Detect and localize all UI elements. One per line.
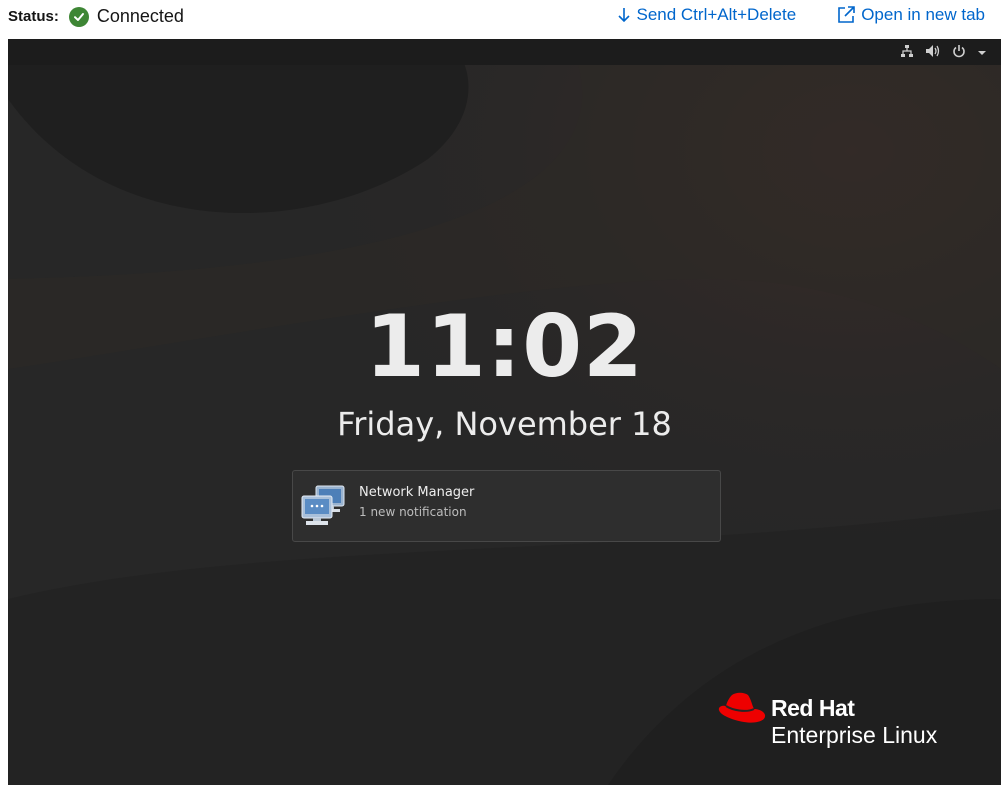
lock-screen-date: Friday, November 18	[337, 405, 672, 443]
network-computers-icon	[300, 484, 348, 533]
notification-subtitle: 1 new notification	[359, 505, 467, 519]
status-value: Connected	[96, 6, 184, 26]
vm-console-screen[interactable]: 11:02 Friday, November 18 Network Manage…	[8, 39, 1001, 785]
send-ctrl-alt-delete-label: Send Ctrl+Alt+Delete	[636, 5, 797, 24]
open-in-new-tab-label: Open in new tab	[861, 5, 985, 24]
red-hat-logo-icon	[718, 691, 766, 732]
console-toolbar: Status: Connected Send Ctrl+Alt+Delete O…	[0, 0, 1001, 38]
external-link-icon	[836, 5, 856, 25]
lock-screen-clock: 11:02	[365, 297, 644, 397]
power-icon	[952, 44, 966, 63]
notification-title: Network Manager	[359, 485, 475, 500]
console-actions: Send Ctrl+Alt+Delete Open in new tab	[617, 5, 985, 25]
brand-name: Red Hat	[771, 695, 855, 721]
brand-product: Enterprise Linux	[771, 722, 938, 748]
open-in-new-tab-link[interactable]: Open in new tab	[836, 5, 985, 25]
check-circle-icon	[68, 6, 89, 27]
system-status-area[interactable]	[900, 44, 987, 63]
volume-icon	[925, 44, 941, 63]
status-label: Status:	[8, 8, 59, 25]
chevron-down-icon	[977, 45, 987, 63]
connection-status: Status: Connected	[8, 6, 184, 27]
network-manager-notification[interactable]: Network Manager 1 new notification	[292, 470, 721, 542]
network-icon	[900, 44, 914, 63]
send-ctrl-alt-delete-button[interactable]: Send Ctrl+Alt+Delete	[617, 5, 796, 25]
arrow-down-icon	[617, 6, 631, 24]
top-panel	[8, 39, 1001, 65]
